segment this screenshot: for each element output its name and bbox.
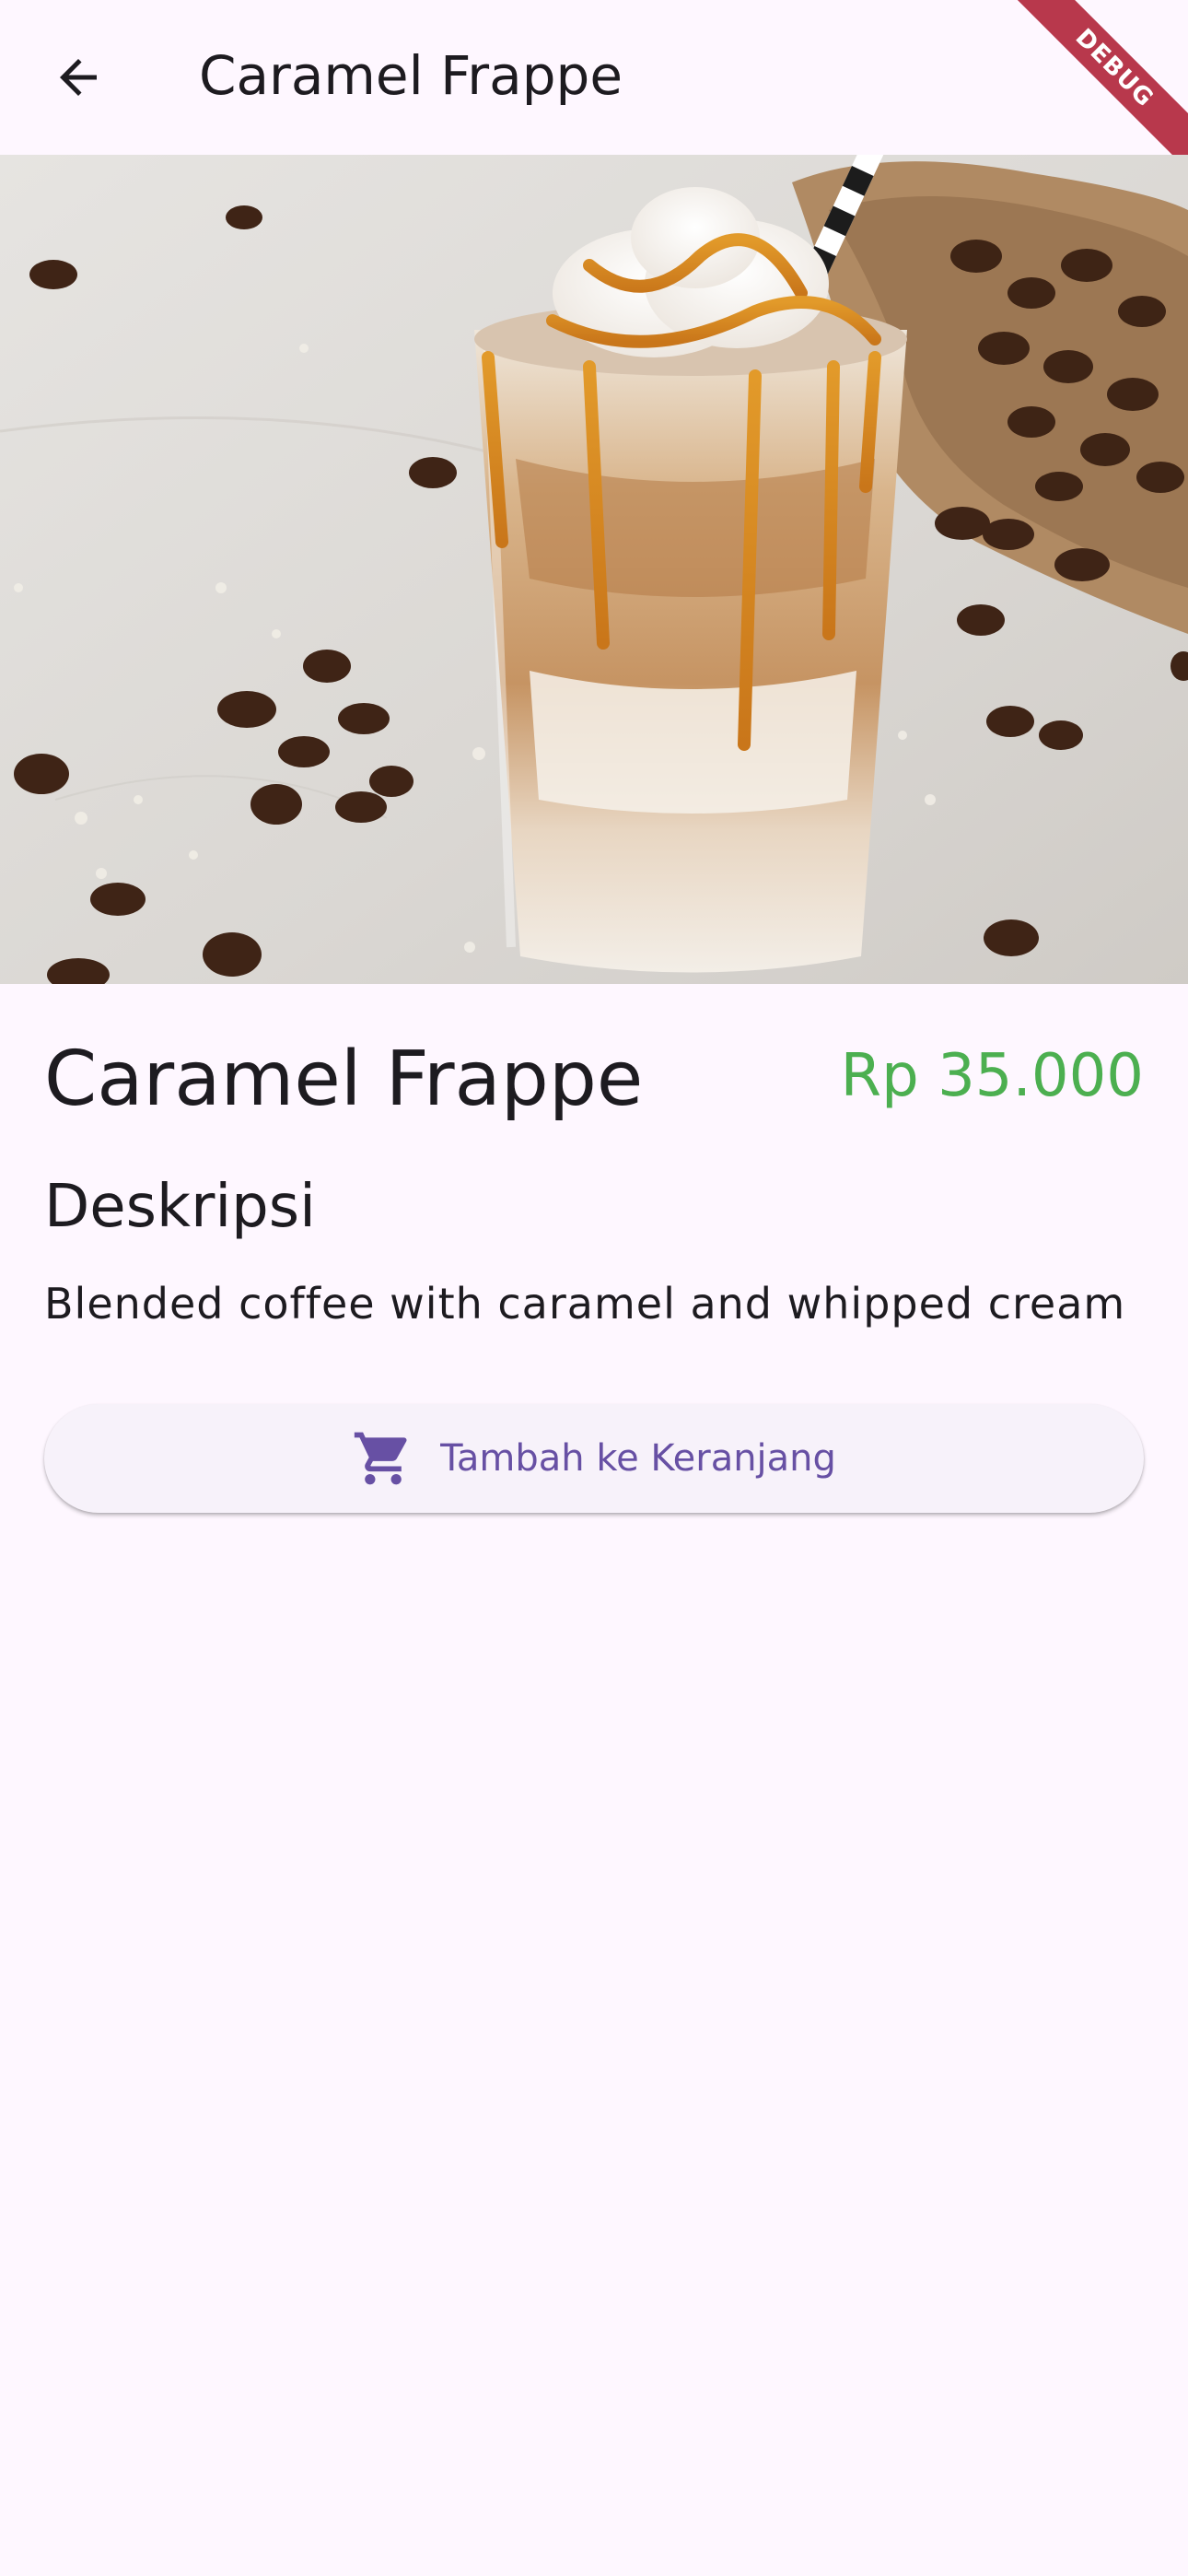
shopping-cart-icon (352, 1427, 414, 1490)
product-image (0, 155, 1188, 984)
product-name: Caramel Frappe (44, 1036, 644, 1123)
add-to-cart-button[interactable]: Tambah ke Keranjang (44, 1404, 1144, 1513)
description-heading: Deskripsi (44, 1173, 316, 1241)
app-bar: Caramel Frappe (0, 0, 1188, 155)
product-price: Rp 35.000 (840, 1042, 1144, 1110)
arrow-back-icon (60, 59, 97, 96)
back-button[interactable] (37, 41, 120, 114)
add-to-cart-label: Tambah ke Keranjang (440, 1437, 836, 1480)
product-description: Blended coffee with caramel and whipped … (44, 1279, 1126, 1329)
page-title: Caramel Frappe (199, 44, 623, 107)
caramel-frappe-photo (0, 155, 1188, 984)
